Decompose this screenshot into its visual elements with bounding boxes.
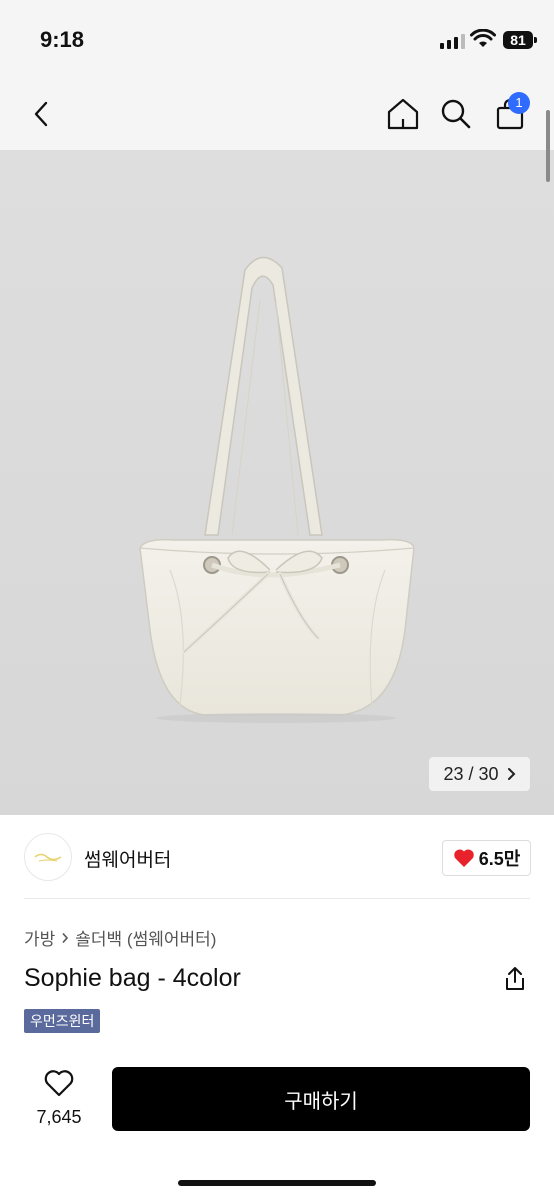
back-button[interactable]	[20, 92, 64, 136]
share-button[interactable]	[503, 966, 527, 997]
top-nav-bar	[0, 80, 554, 150]
wishlist-button[interactable]: 7,645	[24, 1068, 94, 1128]
shop-logo[interactable]	[24, 833, 72, 881]
chevron-left-icon	[34, 101, 48, 127]
battery-tip	[534, 37, 537, 43]
cart-count-badge: 1	[508, 92, 530, 114]
status-time: 9:18	[40, 27, 85, 52]
heart-filled-icon	[453, 849, 474, 867]
chevron-right-icon	[62, 932, 69, 943]
shop-logo-mark	[34, 853, 62, 862]
wifi-icon	[470, 29, 496, 47]
shop-row: 썸웨어버터 6.5만	[0, 815, 554, 899]
shop-name[interactable]: 썸웨어버터	[84, 845, 171, 872]
breadcrumb-subcategory[interactable]: 숄더백 (썸웨어버터)	[75, 925, 216, 950]
divider	[24, 898, 530, 899]
shop-like-count: 6.5만	[478, 849, 521, 869]
wishlist-count: 7,645	[36, 1107, 82, 1127]
home-indicator	[178, 1180, 376, 1186]
search-button[interactable]	[434, 92, 478, 136]
product-title: Sophie bag - 4color	[24, 964, 241, 992]
product-image-gallery[interactable]: 23 / 30	[0, 150, 554, 815]
breadcrumb: 가방 숄더백 (썸웨어버터)	[24, 925, 216, 950]
product-photo-bag	[139, 256, 415, 723]
breadcrumb-category[interactable]: 가방	[24, 925, 55, 950]
buy-button[interactable]: 구매하기	[112, 1067, 530, 1131]
search-icon	[441, 99, 471, 129]
chevron-right-icon	[507, 768, 515, 780]
heart-outline-icon	[44, 1070, 74, 1097]
image-counter[interactable]: 23 / 30	[429, 757, 530, 791]
product-tag: 우먼즈윈터	[24, 1009, 101, 1033]
image-counter-text: 23 / 30	[443, 763, 499, 784]
scrollbar[interactable]	[546, 110, 550, 182]
shop-like-button[interactable]: 6.5만	[442, 840, 531, 876]
status-bar: 9:18 81	[0, 0, 554, 80]
cellular-signal-icon	[440, 33, 465, 49]
home-icon	[387, 98, 419, 130]
battery-level: 81	[503, 31, 533, 49]
home-button[interactable]	[381, 92, 425, 136]
share-icon	[506, 967, 524, 990]
